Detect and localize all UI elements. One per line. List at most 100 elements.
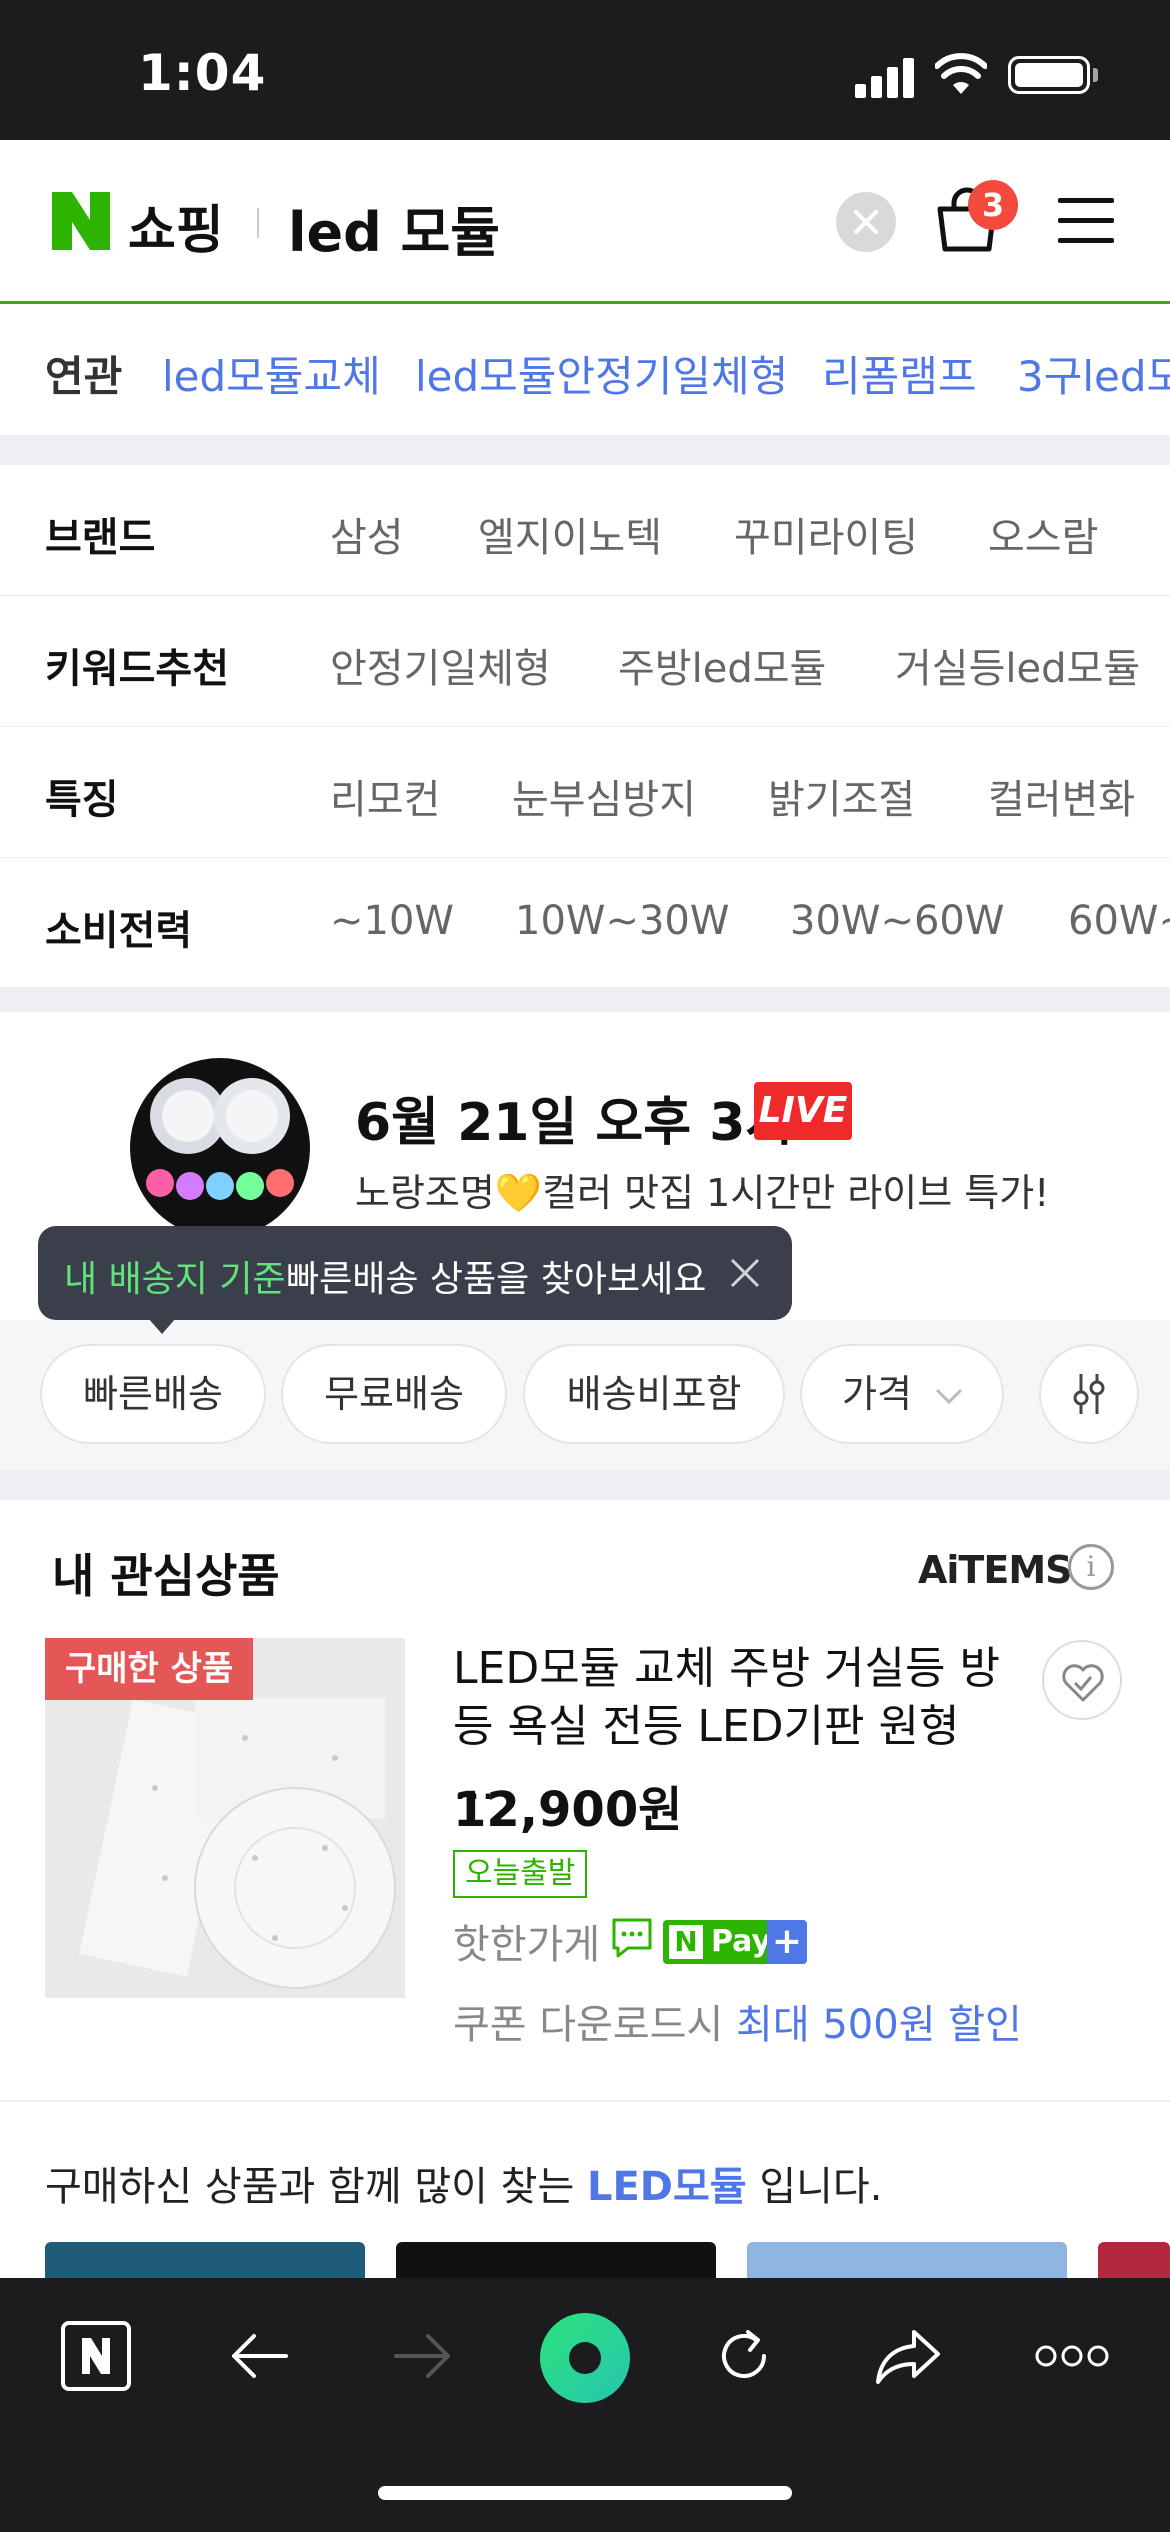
sliders-icon [1073,1374,1105,1414]
more-options-icon[interactable] [1034,2342,1110,2370]
cellular-signal-icon [855,58,917,98]
battery-cap [1093,68,1098,82]
tooltip-arrow [148,1318,176,1334]
close-icon [854,210,878,234]
header-divider [257,208,259,238]
chip-fast-delivery[interactable]: 빠른배송 [40,1344,266,1444]
recommendation-section: 구매하신 상품과 함께 많이 찾는 LED모듈 입니다. [0,2100,1170,2282]
related-keyword[interactable]: 3구led모듈 [1017,343,1170,404]
live-thumbnail [130,1058,310,1238]
refresh-icon[interactable] [712,2324,776,2388]
wifi-icon [935,53,987,94]
search-query[interactable]: led 모듈 [288,188,500,267]
coupon-prefix: 쿠폰 다운로드시 [453,2002,724,2048]
filter-row-power: 소비전력 ~10W 10W~30W 30W~60W 60W~ [0,858,1170,989]
tooltip-text: 빠른배송 상품을 찾아보세요 [286,1259,707,1300]
recommended-product-thumb[interactable] [396,2242,716,2282]
chip-price-dropdown[interactable]: 가격 [800,1344,1004,1444]
npay-plus-badge: N Pay + [663,1920,807,1964]
live-badge: LIVE [754,1082,852,1140]
recommendation-heading: 구매하신 상품과 함께 많이 찾는 LED모듈 입니다. [45,2154,882,2212]
chip-delivery-included[interactable]: 배송비포함 [523,1344,785,1444]
forward-arrow-icon[interactable] [392,2330,454,2382]
battery-icon [1008,56,1090,94]
related-keyword[interactable]: led모듈교체 [162,343,381,404]
related-keywords-row: 연관 led모듈교체 led모듈안정기일체형 리폼램프 3구led모듈 [0,307,1170,435]
filter-label: 키워드추천 [45,646,229,692]
shopping-brand[interactable]: 쇼핑 [128,188,224,263]
section-gap [0,435,1170,465]
close-icon[interactable] [728,1256,762,1290]
filter-row-feature: 특징 리모컨 눈부심방지 밝기조절 컬러변화 [0,727,1170,858]
filter-option[interactable]: 삼성 [330,505,404,563]
product-price: 12,900원 [453,1782,683,1838]
filter-option[interactable]: 10W~30W [515,898,729,944]
info-icon[interactable]: i [1068,1544,1114,1590]
related-keyword[interactable]: led모듈안정기일체형 [415,343,788,404]
seller-name[interactable]: 핫한가게 [453,1912,600,1970]
section-gap [0,1470,1170,1500]
clear-search-button[interactable] [836,192,896,252]
status-time: 1:04 [138,44,267,102]
filter-row-brand: 브랜드 삼성 엘지이노텍 꾸미라이팅 오스람 [0,465,1170,596]
npay-n-logo: N [669,1925,703,1959]
filter-option[interactable]: 주방led모듈 [618,636,826,694]
chevron-down-icon [935,1388,963,1405]
status-bar: 1:04 [0,0,1170,140]
filter-option[interactable]: 꾸미라이팅 [734,505,918,563]
filter-option[interactable]: 밝기조절 [768,767,915,825]
today-shipping-tag: 오늘출발 [453,1850,588,1898]
aitems-logo: AiTEMS [918,1548,1072,1592]
coupon-highlight: 최대 500원 할인 [736,2002,1022,2048]
plus-icon: + [767,1920,807,1964]
recommended-product-thumb[interactable] [45,2242,365,2282]
npay-label: Pay [711,1924,772,1959]
naver-n-logo[interactable] [52,192,110,250]
wishlist-button[interactable] [1042,1640,1122,1720]
filter-option[interactable]: 안정기일체형 [330,636,551,694]
talk-chat-icon[interactable] [610,1916,654,1960]
filter-label: 특징 [45,777,119,823]
back-arrow-icon[interactable] [228,2330,290,2382]
filter-option[interactable]: 30W~60W [790,898,1004,944]
naver-home-icon[interactable] [60,2320,132,2392]
filter-option[interactable]: 리모컨 [330,767,440,825]
filter-option[interactable]: ~10W [330,898,454,944]
rec-keyword: LED모듈 [586,2164,747,2210]
filter-option[interactable]: 거실등led모듈 [895,636,1140,694]
chip-label: 배송비포함 [566,1372,742,1416]
menu-icon[interactable] [1058,198,1114,244]
live-subtitle: 노랑조명💛컬러 맛집 1시간만 라이브 특가! [355,1171,1050,1215]
tooltip-highlight: 내 배송지 기준 [64,1259,286,1300]
chip-label: 가격 [842,1372,912,1416]
home-indicator[interactable] [378,2486,792,2500]
related-keyword[interactable]: 리폼램프 [822,343,977,404]
filter-option[interactable]: 60W~ [1068,898,1170,944]
filter-label: 소비전력 [45,908,193,954]
filter-settings-button[interactable] [1039,1344,1139,1444]
interest-products-section: 내 관심상품 AiTEMS i 구매한 상품 LED모듈 교체 주방 거실등 방… [0,1500,1170,2100]
chip-free-delivery[interactable]: 무료배송 [281,1344,507,1444]
search-header: 쇼핑 led 모듈 3 [0,140,1170,304]
filter-chips-bar: 빠른배송 무료배송 배송비포함 가격 [0,1320,1170,1470]
filter-option[interactable]: 눈부심방지 [512,767,696,825]
filter-table: 브랜드 삼성 엘지이노텍 꾸미라이팅 오스람 키워드추천 안정기일체형 주방le… [0,465,1170,987]
cart-count-badge: 3 [968,180,1018,230]
section-gap [0,987,1170,1012]
rec-prefix: 구매하신 상품과 함께 많이 찾는 [45,2164,575,2210]
green-dot-button[interactable] [538,2311,632,2405]
coupon-info[interactable]: 쿠폰 다운로드시 최대 500원 할인 [453,1992,1022,2050]
filter-option[interactable]: 오스람 [988,505,1098,563]
heart-check-icon [1062,1664,1104,1702]
delivery-tooltip: 내 배송지 기준 빠른배송 상품을 찾아보세요 [38,1226,792,1334]
rec-suffix: 입니다. [759,2164,883,2210]
filter-option[interactable]: 엘지이노텍 [478,505,662,563]
purchased-badge: 구매한 상품 [45,1638,254,1700]
recommended-product-thumb[interactable] [1098,2242,1170,2282]
recommended-product-thumb[interactable] [747,2242,1067,2282]
share-icon[interactable] [874,2326,944,2386]
related-label: 연관 [45,352,123,401]
filter-option[interactable]: 컬러변화 [988,767,1135,825]
filter-row-keyword: 키워드추천 안정기일체형 주방led모듈 거실등led모듈 [0,596,1170,727]
filter-label: 브랜드 [45,515,156,561]
